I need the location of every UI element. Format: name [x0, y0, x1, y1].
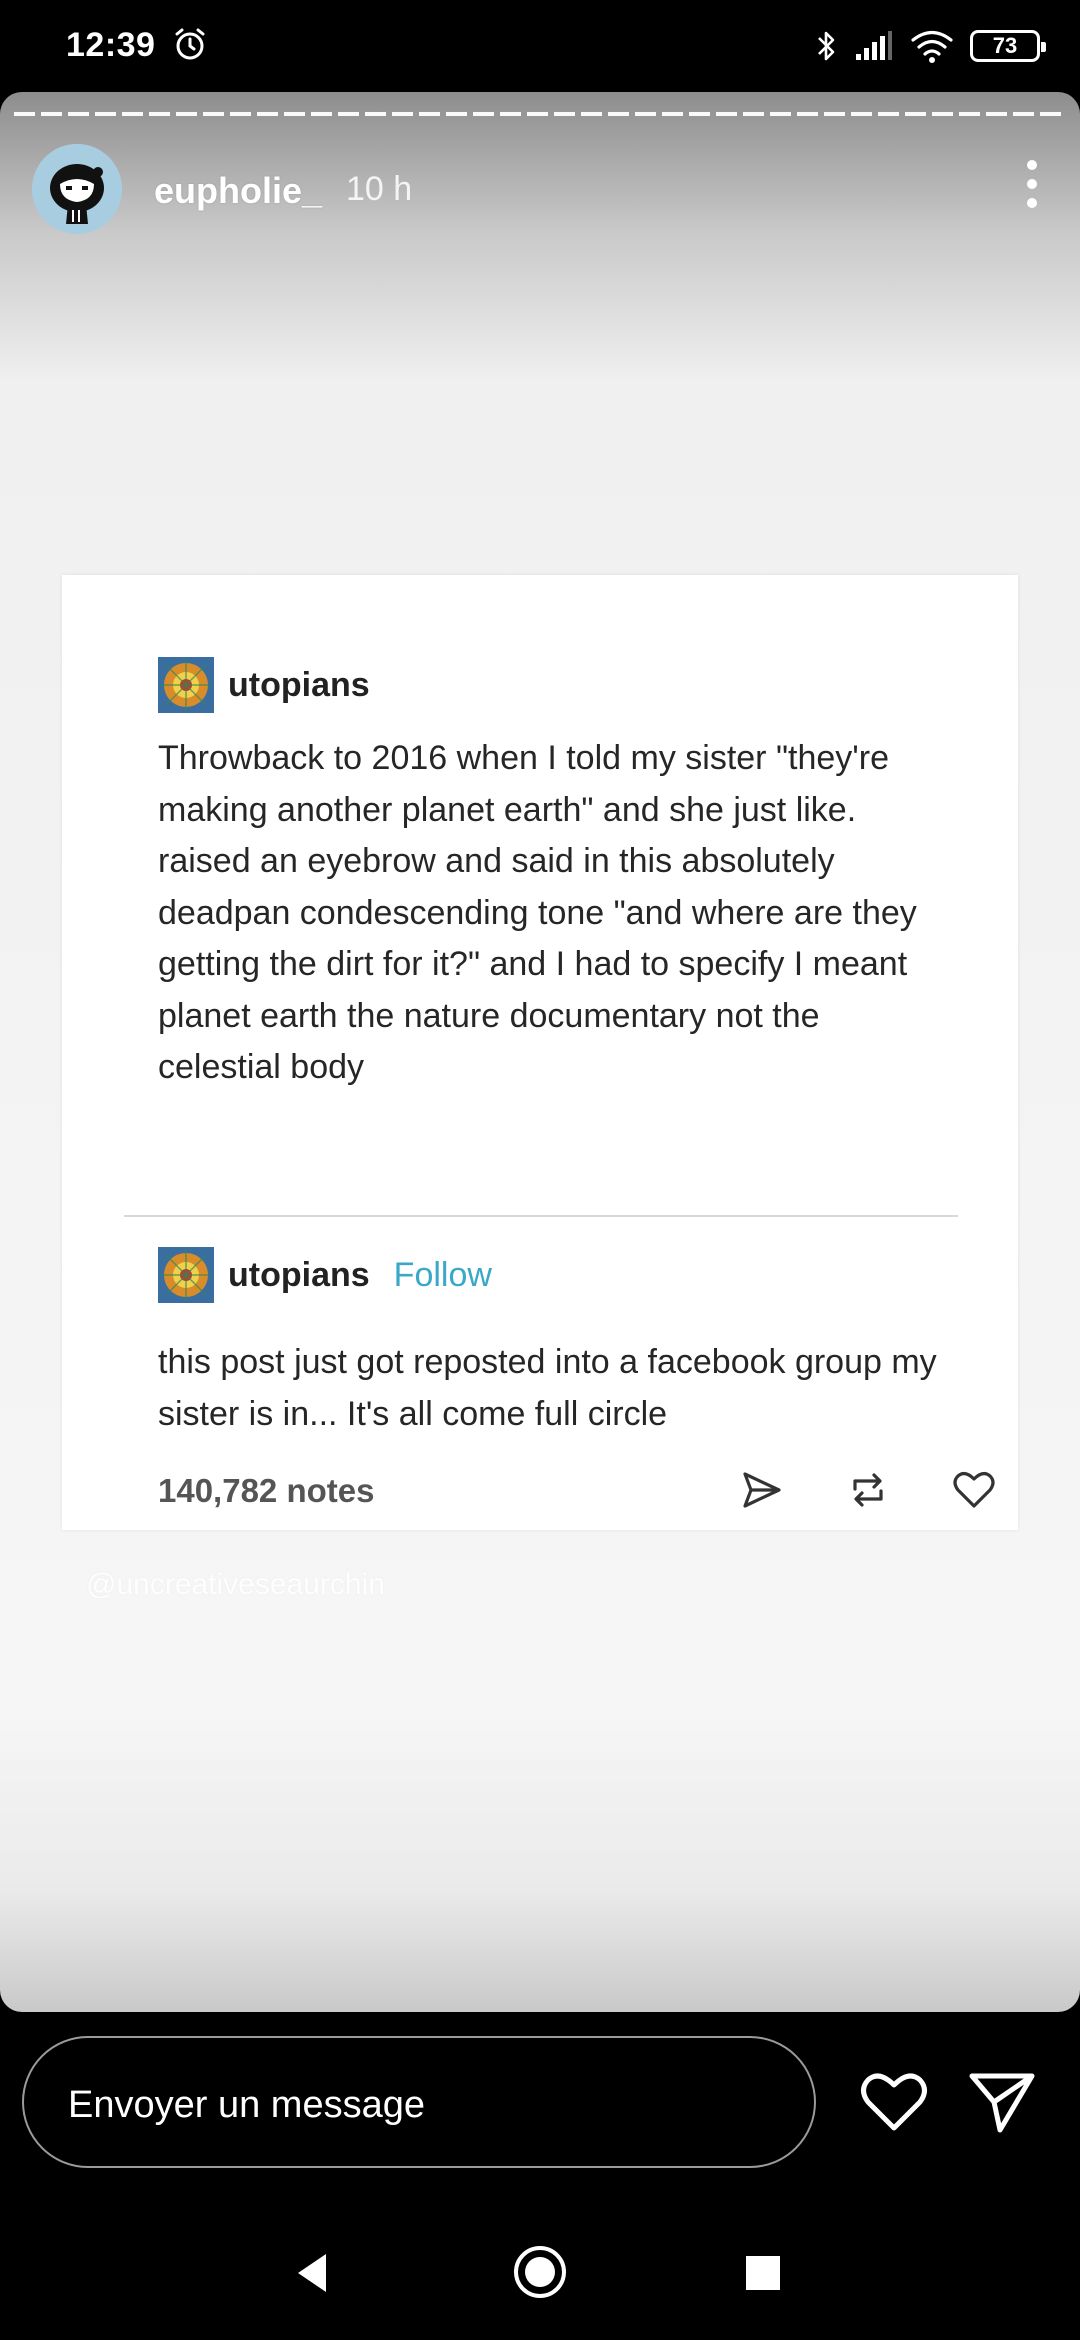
battery-level: 73 — [992, 33, 1018, 58]
post-screenshot-card: utopians Throwback to 2016 when I told m… — [62, 575, 1018, 1530]
notes-count: 140,782 notes — [158, 1472, 375, 1509]
alarm-icon — [175, 28, 205, 60]
follow-link: Follow — [393, 1255, 492, 1294]
like-icon — [944, 1460, 1004, 1520]
recents-icon[interactable] — [746, 2256, 780, 2290]
reblog-header: utopians Follow — [158, 1247, 492, 1303]
watermark-text: @uncreativeseaurchin — [86, 1568, 385, 1601]
heart-icon[interactable] — [858, 2066, 930, 2138]
reblog-avatar-icon — [158, 1247, 214, 1303]
signal-icon — [856, 31, 892, 60]
reblog-text: this post just got reposted into a faceb… — [158, 1343, 937, 1433]
post-avatar-icon — [158, 657, 214, 713]
home-icon[interactable] — [512, 2244, 568, 2300]
message-placeholder: Envoyer un message — [68, 2084, 425, 2126]
status-icons: 73 — [816, 26, 1046, 66]
original-post-header: utopians — [158, 657, 370, 713]
avatar-image — [32, 144, 122, 234]
more-options-icon[interactable] — [1024, 160, 1040, 214]
share-icon — [732, 1460, 792, 1520]
post-footer: 140,782 notes — [158, 1460, 998, 1520]
reblog-icon — [838, 1460, 898, 1520]
send-icon[interactable] — [966, 2066, 1038, 2138]
status-time: 12:39 — [66, 26, 156, 64]
message-input[interactable]: Envoyer un message — [22, 2036, 816, 2168]
wifi-icon — [911, 30, 953, 63]
post-divider — [124, 1215, 958, 1217]
story-progress-bar — [14, 112, 1066, 116]
original-post-text: Throwback to 2016 when I told my sister … — [158, 739, 917, 1086]
story-time-ago: 10 h — [346, 170, 413, 208]
battery-icon: 73 — [970, 30, 1046, 62]
story-username[interactable]: eupholie_ — [154, 170, 322, 212]
bluetooth-icon — [818, 31, 835, 61]
story-viewer[interactable]: eupholie_ 10 h utopians Throwback to 201… — [0, 92, 1080, 2012]
back-icon[interactable] — [290, 2248, 340, 2298]
original-post-username: utopians — [228, 665, 370, 704]
status-bar: 12:39 73 — [0, 0, 1080, 92]
avatar[interactable] — [32, 144, 122, 234]
reblog-username: utopians — [228, 1255, 370, 1294]
